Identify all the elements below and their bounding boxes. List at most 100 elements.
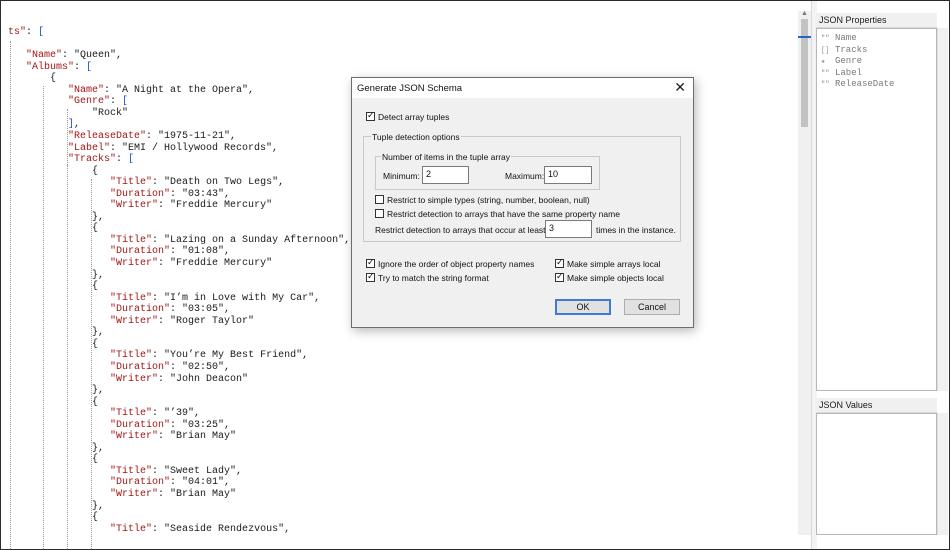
code-line[interactable]: "Duration": "02:50",	[8, 362, 230, 374]
json-bracket: [	[128, 154, 135, 166]
code-line[interactable]: },	[8, 270, 104, 282]
json-bracket: [	[86, 61, 93, 73]
code-line[interactable]: ],	[8, 119, 80, 131]
json-text: : "04:01",	[170, 477, 231, 489]
json-key: "Name"	[26, 50, 63, 62]
code-line[interactable]: "Writer": "Freddie Mercury"	[8, 200, 272, 212]
minimum-input[interactable]: 2	[422, 166, 469, 184]
json-text: {	[8, 223, 99, 235]
code-line[interactable]: "Title": "You’re My Best Friend",	[8, 350, 308, 362]
json-values-scrollbar[interactable]	[937, 413, 948, 535]
json-key: "Title"	[110, 408, 153, 420]
code-line[interactable]: "Label": "EMI / Hollywood Records",	[8, 143, 278, 155]
simple-arrays-local-checkbox[interactable]	[555, 257, 564, 268]
json-text: : "01:08",	[170, 246, 231, 258]
json-text: : "John Deacon"	[158, 373, 249, 385]
code-line[interactable]: {	[8, 512, 98, 524]
code-line[interactable]: {	[8, 223, 98, 235]
json-key: "Duration"	[110, 477, 171, 489]
code-line[interactable]: "Writer": "Freddie Mercury"	[8, 258, 272, 270]
json-key: "Writer"	[110, 431, 159, 443]
code-line[interactable]: ts": [	[8, 27, 44, 39]
code-line[interactable]: "Title": "’39",	[8, 408, 200, 420]
json-text: : "03:43",	[170, 188, 231, 200]
json-text	[8, 235, 110, 246]
dialog-titlebar[interactable]: Generate JSON Schema ✕	[352, 78, 693, 98]
occurrence-count-input[interactable]: 3	[545, 220, 592, 238]
string-icon: ""	[821, 81, 830, 89]
simple-objects-local-checkbox[interactable]	[555, 271, 564, 282]
restrict-same-property-name-checkbox[interactable]	[375, 209, 384, 218]
code-line[interactable]: },	[8, 327, 104, 339]
json-text	[8, 189, 110, 200]
star-icon: ★	[821, 58, 826, 66]
json-properties-scrollbar[interactable]	[937, 28, 948, 391]
json-properties-title: JSON Properties	[819, 15, 887, 25]
json-properties-panel[interactable]: "" Name [] Tracks ★ Genre "" Label "" ReleaseDate	[816, 28, 937, 391]
close-icon[interactable]: ✕	[674, 80, 686, 94]
string-icon: ""	[821, 69, 830, 78]
json-values-panel[interactable]	[816, 413, 937, 535]
maximum-input[interactable]: 10	[544, 166, 592, 184]
code-line[interactable]: "Duration": "03:25",	[8, 420, 230, 432]
code-line[interactable]: "Title": "Death on Two Legs",	[8, 177, 284, 189]
property-item-name[interactable]: "" Name	[821, 33, 857, 44]
code-line[interactable]: },	[8, 443, 104, 455]
property-label: Name	[835, 33, 857, 43]
scroll-up-arrow-icon[interactable]: ▲	[801, 10, 808, 17]
code-line[interactable]: "Genre": [	[8, 96, 128, 108]
code-line[interactable]: "Tracks": [	[8, 154, 134, 166]
json-text	[8, 408, 110, 419]
json-key: "Label"	[68, 142, 111, 154]
code-line[interactable]: {	[8, 166, 98, 178]
code-line[interactable]: "Writer": "Roger Taylor"	[8, 316, 254, 328]
code-line[interactable]: {	[8, 454, 98, 466]
json-key: "Title"	[110, 177, 153, 189]
json-text: },	[8, 211, 105, 223]
code-line[interactable]: },	[8, 501, 104, 513]
property-item-releasedate[interactable]: "" ReleaseDate	[821, 79, 894, 90]
code-line[interactable]: "Writer": "John Deacon"	[8, 374, 248, 386]
cancel-button[interactable]: Cancel	[624, 299, 680, 315]
editor-scrollbar[interactable]: ▲	[798, 10, 811, 535]
restrict-simple-types-checkbox[interactable]	[375, 195, 384, 204]
ignore-property-order-checkbox[interactable]	[366, 257, 375, 268]
code-line[interactable]: },	[8, 212, 104, 224]
code-line[interactable]: "Name": "A Night at the Opera",	[8, 85, 254, 97]
json-text	[8, 466, 110, 477]
code-line[interactable]: },	[8, 385, 104, 397]
detect-array-tuples-label: Detect array tuples	[378, 112, 450, 122]
code-line[interactable]: {	[8, 397, 98, 409]
json-text: : "Roger Taylor"	[158, 315, 255, 327]
code-line[interactable]: "Duration": "01:08",	[8, 246, 230, 258]
indent-guide	[91, 179, 92, 549]
tuple-detection-group-title: Tuple detection options	[371, 132, 461, 142]
code-line[interactable]: {	[8, 281, 98, 293]
detect-array-tuples-checkbox[interactable]	[366, 110, 375, 121]
code-line[interactable]: "Title": "Seaside Rendezvous",	[8, 524, 290, 536]
code-line[interactable]: "Name": "Queen",	[8, 50, 122, 62]
property-item-label[interactable]: "" Label	[821, 68, 862, 79]
json-text: },	[8, 327, 105, 339]
match-string-format-checkbox[interactable]	[366, 271, 375, 282]
json-text	[8, 85, 68, 96]
json-text	[8, 246, 110, 257]
json-key: "Duration"	[110, 188, 171, 200]
property-item-genre[interactable]: ★ Genre	[821, 56, 862, 67]
json-text: {	[8, 454, 99, 466]
json-key: "Writer"	[110, 315, 159, 327]
code-line[interactable]: "Duration": "03:05",	[8, 304, 230, 316]
code-line[interactable]: "Duration": "04:01",	[8, 477, 230, 489]
code-line[interactable]: "Title": "I’m in Love with My Car",	[8, 293, 320, 305]
overview-marker	[798, 36, 811, 38]
json-key: "Albums"	[26, 61, 75, 73]
json-text: {	[8, 396, 99, 408]
code-line[interactable]: "Albums": [	[8, 62, 92, 74]
json-key: "Duration"	[110, 361, 171, 373]
code-line[interactable]: {	[8, 73, 56, 85]
json-text	[8, 293, 110, 304]
code-line[interactable]: "Duration": "03:43",	[8, 189, 230, 201]
json-key: "Duration"	[110, 419, 171, 431]
property-item-tracks[interactable]: [] Tracks	[821, 45, 867, 56]
ok-button[interactable]: OK	[555, 299, 611, 315]
